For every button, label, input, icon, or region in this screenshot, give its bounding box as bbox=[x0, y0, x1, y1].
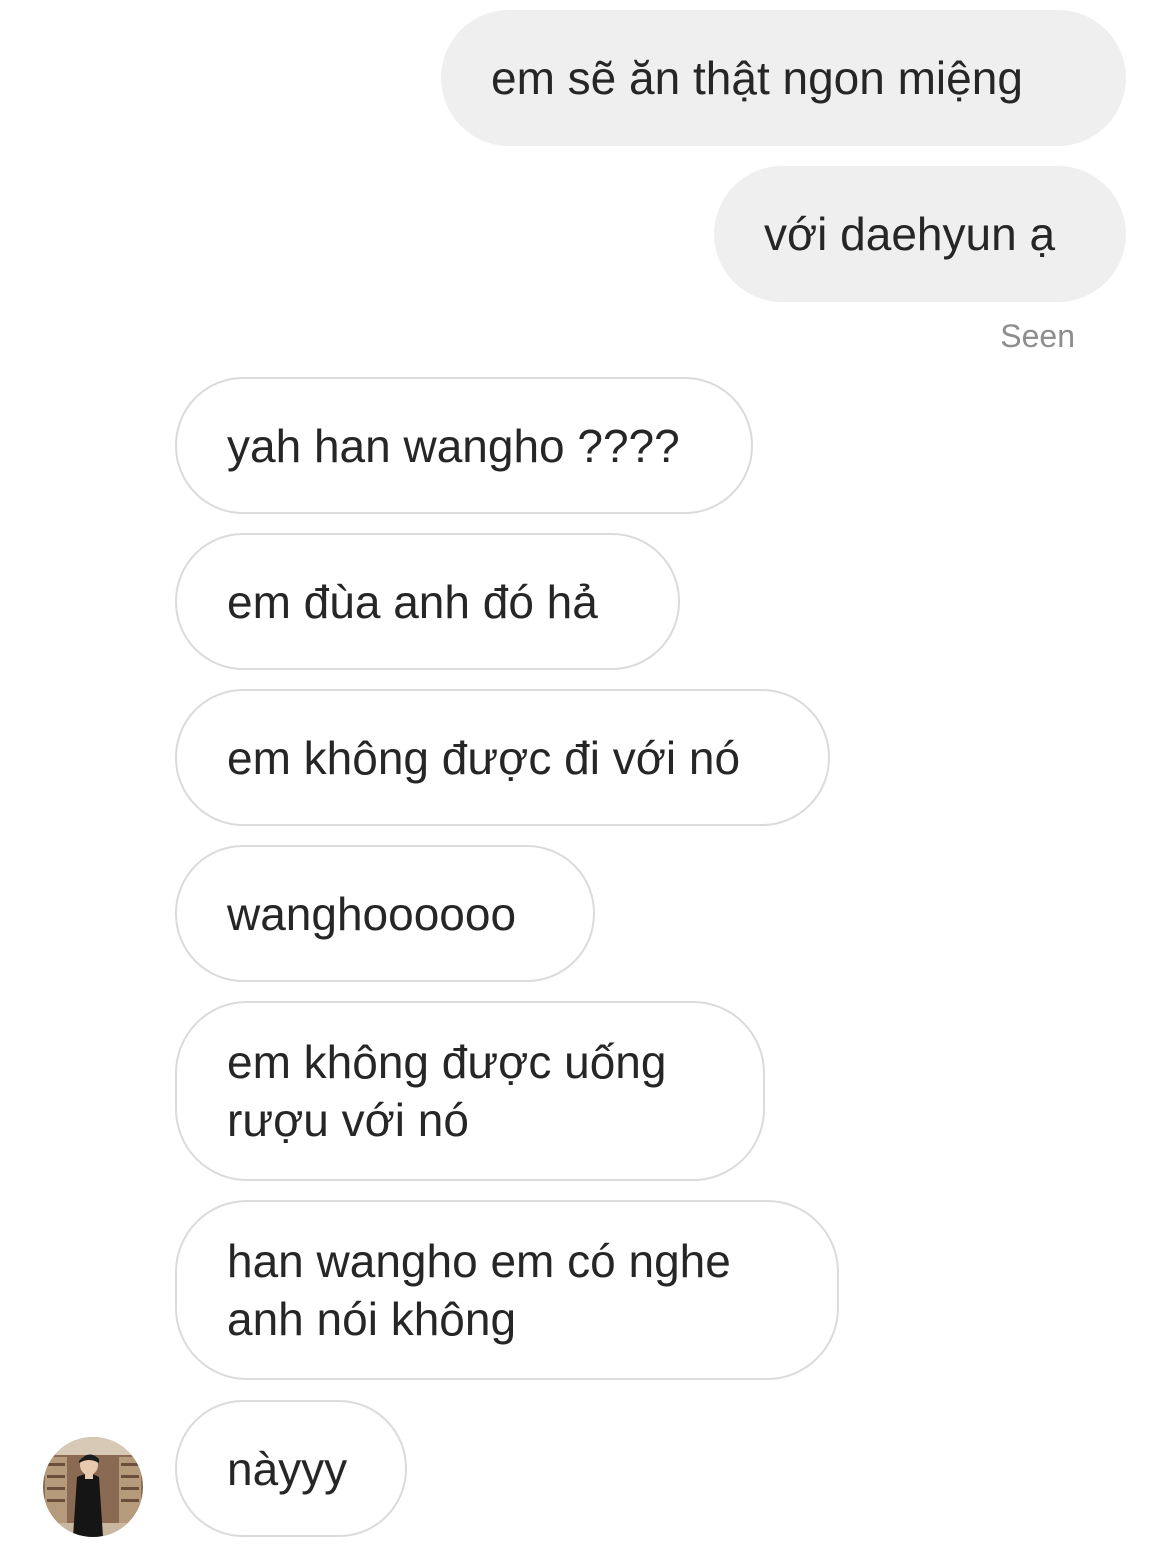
message-text: em đùa anh đó hả bbox=[227, 575, 598, 628]
message-text: em không được đi với nó bbox=[227, 731, 741, 784]
message-text: với daehyun ạ bbox=[764, 208, 1056, 260]
received-message-bubble[interactable]: wanghoooooo bbox=[175, 845, 595, 982]
sent-message-bubble[interactable]: em sẽ ăn thật ngon miệng bbox=[441, 10, 1126, 146]
message-text: yah han wangho ???? bbox=[227, 419, 680, 472]
received-message-bubble[interactable]: nàyyy bbox=[175, 1400, 407, 1537]
received-message-bubble[interactable]: em đùa anh đó hả bbox=[175, 533, 680, 670]
sender-avatar[interactable] bbox=[43, 1437, 143, 1537]
received-message-bubble[interactable]: yah han wangho ???? bbox=[175, 377, 753, 514]
received-message-bubble[interactable]: em không được đi với nó bbox=[175, 689, 830, 826]
message-text: em sẽ ăn thật ngon miệng bbox=[491, 52, 1023, 104]
received-message-bubble[interactable]: han wangho em có nghe anh nói không bbox=[175, 1200, 839, 1380]
message-text: em không được uống rượu với nó bbox=[227, 1036, 667, 1146]
received-message-bubble[interactable]: em không được uống rượu với nó bbox=[175, 1001, 765, 1181]
message-text: han wangho em có nghe anh nói không bbox=[227, 1235, 731, 1345]
message-text: wanghoooooo bbox=[227, 887, 517, 940]
seen-status: Seen bbox=[1000, 318, 1075, 354]
sent-message-bubble[interactable]: với daehyun ạ bbox=[714, 166, 1126, 302]
message-text: nàyyy bbox=[227, 1442, 348, 1495]
avatar-photo-icon bbox=[43, 1437, 143, 1537]
